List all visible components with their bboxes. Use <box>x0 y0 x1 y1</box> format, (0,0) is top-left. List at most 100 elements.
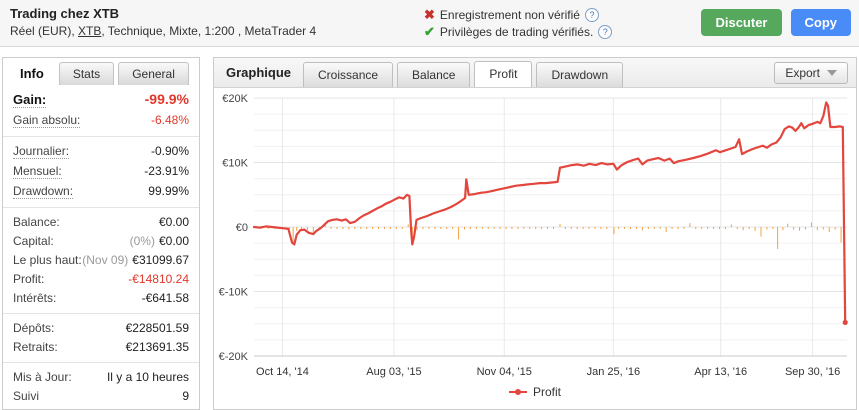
stat-label: Capital: <box>13 234 54 248</box>
svg-text:Nov 04, '15: Nov 04, '15 <box>477 366 532 378</box>
verification-row: ✖ Enregistrement non vérifié? <box>424 6 612 23</box>
profit-chart-svg: €20K €10K €0 €-10K €-20K Oct 14, '14 Aug 03, '… <box>219 93 848 378</box>
stat-label: Journalier: <box>13 144 70 159</box>
caret-down-icon <box>827 70 837 76</box>
info-sidebar: Info Stats General Gain: -99.9% Gain absolu:… <box>2 57 200 410</box>
sidebar-tab-info[interactable]: Info <box>9 61 55 85</box>
stat-label: Intérêts: <box>13 291 57 305</box>
stat-value: Il y a 10 heures <box>106 370 189 384</box>
stat-value: -€641.58 <box>141 291 189 305</box>
chart-body: €20K €10K €0 €-10K €-20K Oct 14, '14 Aug 03, '… <box>214 88 856 399</box>
account-subtitle: Réel (EUR), XTB, Technique, Mixte, 1:200… <box>10 24 316 38</box>
sidebar-tab-general[interactable]: General <box>118 62 189 85</box>
stat-row-int-r-ts: Intérêts: -€641.58 <box>13 289 189 308</box>
stat-row-mis-jour: Mis à Jour: Il y a 10 heures <box>13 368 189 387</box>
chart-panel-title: Graphique <box>226 65 292 80</box>
red-cross-icon: ✖ <box>424 6 435 22</box>
svg-text:Apr 13, '16: Apr 13, '16 <box>694 366 747 378</box>
chart-header: Graphique Croissance Balance Profit Drawdow… <box>214 58 856 88</box>
stat-value: €213691.35 <box>125 340 189 354</box>
copy-button[interactable]: Copy <box>790 9 851 36</box>
header-buttons: Discuter Copy <box>701 9 851 36</box>
help-icon[interactable]: ? <box>598 24 613 39</box>
svg-text:€10K: €10K <box>222 158 248 170</box>
green-check-icon: ✔ <box>424 23 435 39</box>
stat-value: (0%) €0.00 <box>129 234 189 248</box>
account-header: Trading chez XTB Réel (EUR), XTB, Techni… <box>0 0 859 47</box>
chart-tab-balance[interactable]: Balance <box>397 62 471 87</box>
discuter-button[interactable]: Discuter <box>701 9 782 36</box>
svg-text:Sep 30, '16: Sep 30, '16 <box>785 366 840 378</box>
svg-text:€-10K: €-10K <box>219 287 249 299</box>
stat-label: Mis à Jour: <box>13 370 72 384</box>
stat-value: €0.00 <box>158 215 189 229</box>
stat-value: -€14810.24 <box>128 272 189 286</box>
export-label: Export <box>785 66 820 80</box>
stat-value: (Nov 09) €31099.67 <box>82 253 189 267</box>
stat-value: -0.90% <box>150 144 189 158</box>
divider <box>3 207 199 208</box>
chart-tabs: Croissance Balance Profit Drawdown <box>303 61 627 87</box>
chart-panel: Graphique Croissance Balance Profit Drawdow… <box>213 57 857 410</box>
svg-text:€-20K: €-20K <box>219 351 249 363</box>
verification-row: ✔ Privilèges de trading vérifiés.? <box>424 23 613 40</box>
chart-tab-drawdown[interactable]: Drawdown <box>536 62 624 87</box>
stat-value: -99.9% <box>144 91 189 107</box>
stat-value: 99.99% <box>148 184 189 198</box>
stat-row-suivi: Suivi 9 <box>13 387 189 406</box>
help-icon[interactable]: ? <box>584 7 599 22</box>
account-type: Réel (EUR), <box>10 24 79 38</box>
stat-row-journalier: Journalier: -0.90% <box>13 142 189 162</box>
stat-row-drawdown: Drawdown: 99.99% <box>13 182 189 202</box>
stat-label: Profit: <box>13 272 45 286</box>
svg-text:Oct 14, '14: Oct 14, '14 <box>256 366 309 378</box>
verification-text: Privilèges de trading vérifiés. <box>439 24 594 39</box>
stat-label: Le plus haut: <box>13 253 82 267</box>
svg-text:€20K: €20K <box>222 93 248 105</box>
divider <box>3 313 199 314</box>
stat-value-prefix: (Nov 09) <box>82 253 129 267</box>
account-details: , Technique, Mixte, 1:200 , MetaTrader 4 <box>101 24 317 38</box>
stat-value: 9 <box>182 389 189 403</box>
stat-row-gain: Gain: -99.9% <box>13 89 189 111</box>
chart-tab-profit[interactable]: Profit <box>474 61 533 87</box>
stat-label: Mensuel: <box>13 164 62 179</box>
stat-value-prefix: (0%) <box>129 234 155 248</box>
account-title: Trading chez XTB <box>10 6 120 21</box>
stat-row-capital: Capital: (0%) €0.00 <box>13 232 189 251</box>
stat-value: €228501.59 <box>125 321 189 335</box>
sidebar-tab-stats[interactable]: Stats <box>58 62 115 85</box>
chart-legend[interactable]: Profit <box>214 385 856 399</box>
stat-label: Balance: <box>13 215 60 229</box>
export-button[interactable]: Export <box>774 62 848 84</box>
verification-text: Enregistrement non vérifié <box>439 7 580 22</box>
stat-row-balance: Balance: €0.00 <box>13 213 189 232</box>
stat-label: Gain absolu: <box>13 113 81 128</box>
svg-text:€0: €0 <box>236 222 248 234</box>
stat-label: Retraits: <box>13 340 58 354</box>
divider <box>3 136 199 137</box>
stat-label: Drawdown: <box>13 184 74 199</box>
chart-tab-croissance[interactable]: Croissance <box>303 62 394 87</box>
divider <box>3 362 199 363</box>
verification-block: ✖ Enregistrement non vérifié? ✔ Privilèges … <box>424 6 613 40</box>
sidebar-stats: Gain: -99.9% Gain absolu: -6.48% Journalier:… <box>3 85 199 406</box>
broker-link[interactable]: XTB <box>78 24 101 38</box>
stat-label: Dépôts: <box>13 321 55 335</box>
stat-label: Suivi <box>13 389 40 403</box>
stat-row-gain-absolu: Gain absolu: -6.48% <box>13 111 189 131</box>
stat-value: -6.48% <box>150 113 189 127</box>
legend-line-marker-icon <box>508 388 527 396</box>
stat-row-profit: Profit: -€14810.24 <box>13 270 189 289</box>
stat-label: Gain: <box>13 92 47 108</box>
legend-label: Profit <box>532 385 561 399</box>
stat-value: -23.91% <box>144 164 189 178</box>
stat-row-retraits: Retraits: €213691.35 <box>13 338 189 357</box>
svg-text:Aug 03, '15: Aug 03, '15 <box>366 366 421 378</box>
svg-text:Jan 25, '16: Jan 25, '16 <box>587 366 640 378</box>
stat-row-le-plus-haut: Le plus haut: (Nov 09) €31099.67 <box>13 251 189 270</box>
sidebar-tabs: Info Stats General <box>3 58 199 85</box>
stat-row-d-p-ts: Dépôts: €228501.59 <box>13 319 189 338</box>
stat-row-mensuel: Mensuel: -23.91% <box>13 162 189 182</box>
profit-chart-canvas[interactable]: €20K €10K €0 €-10K €-20K Oct 14, '14 Aug 03, '… <box>214 88 856 385</box>
